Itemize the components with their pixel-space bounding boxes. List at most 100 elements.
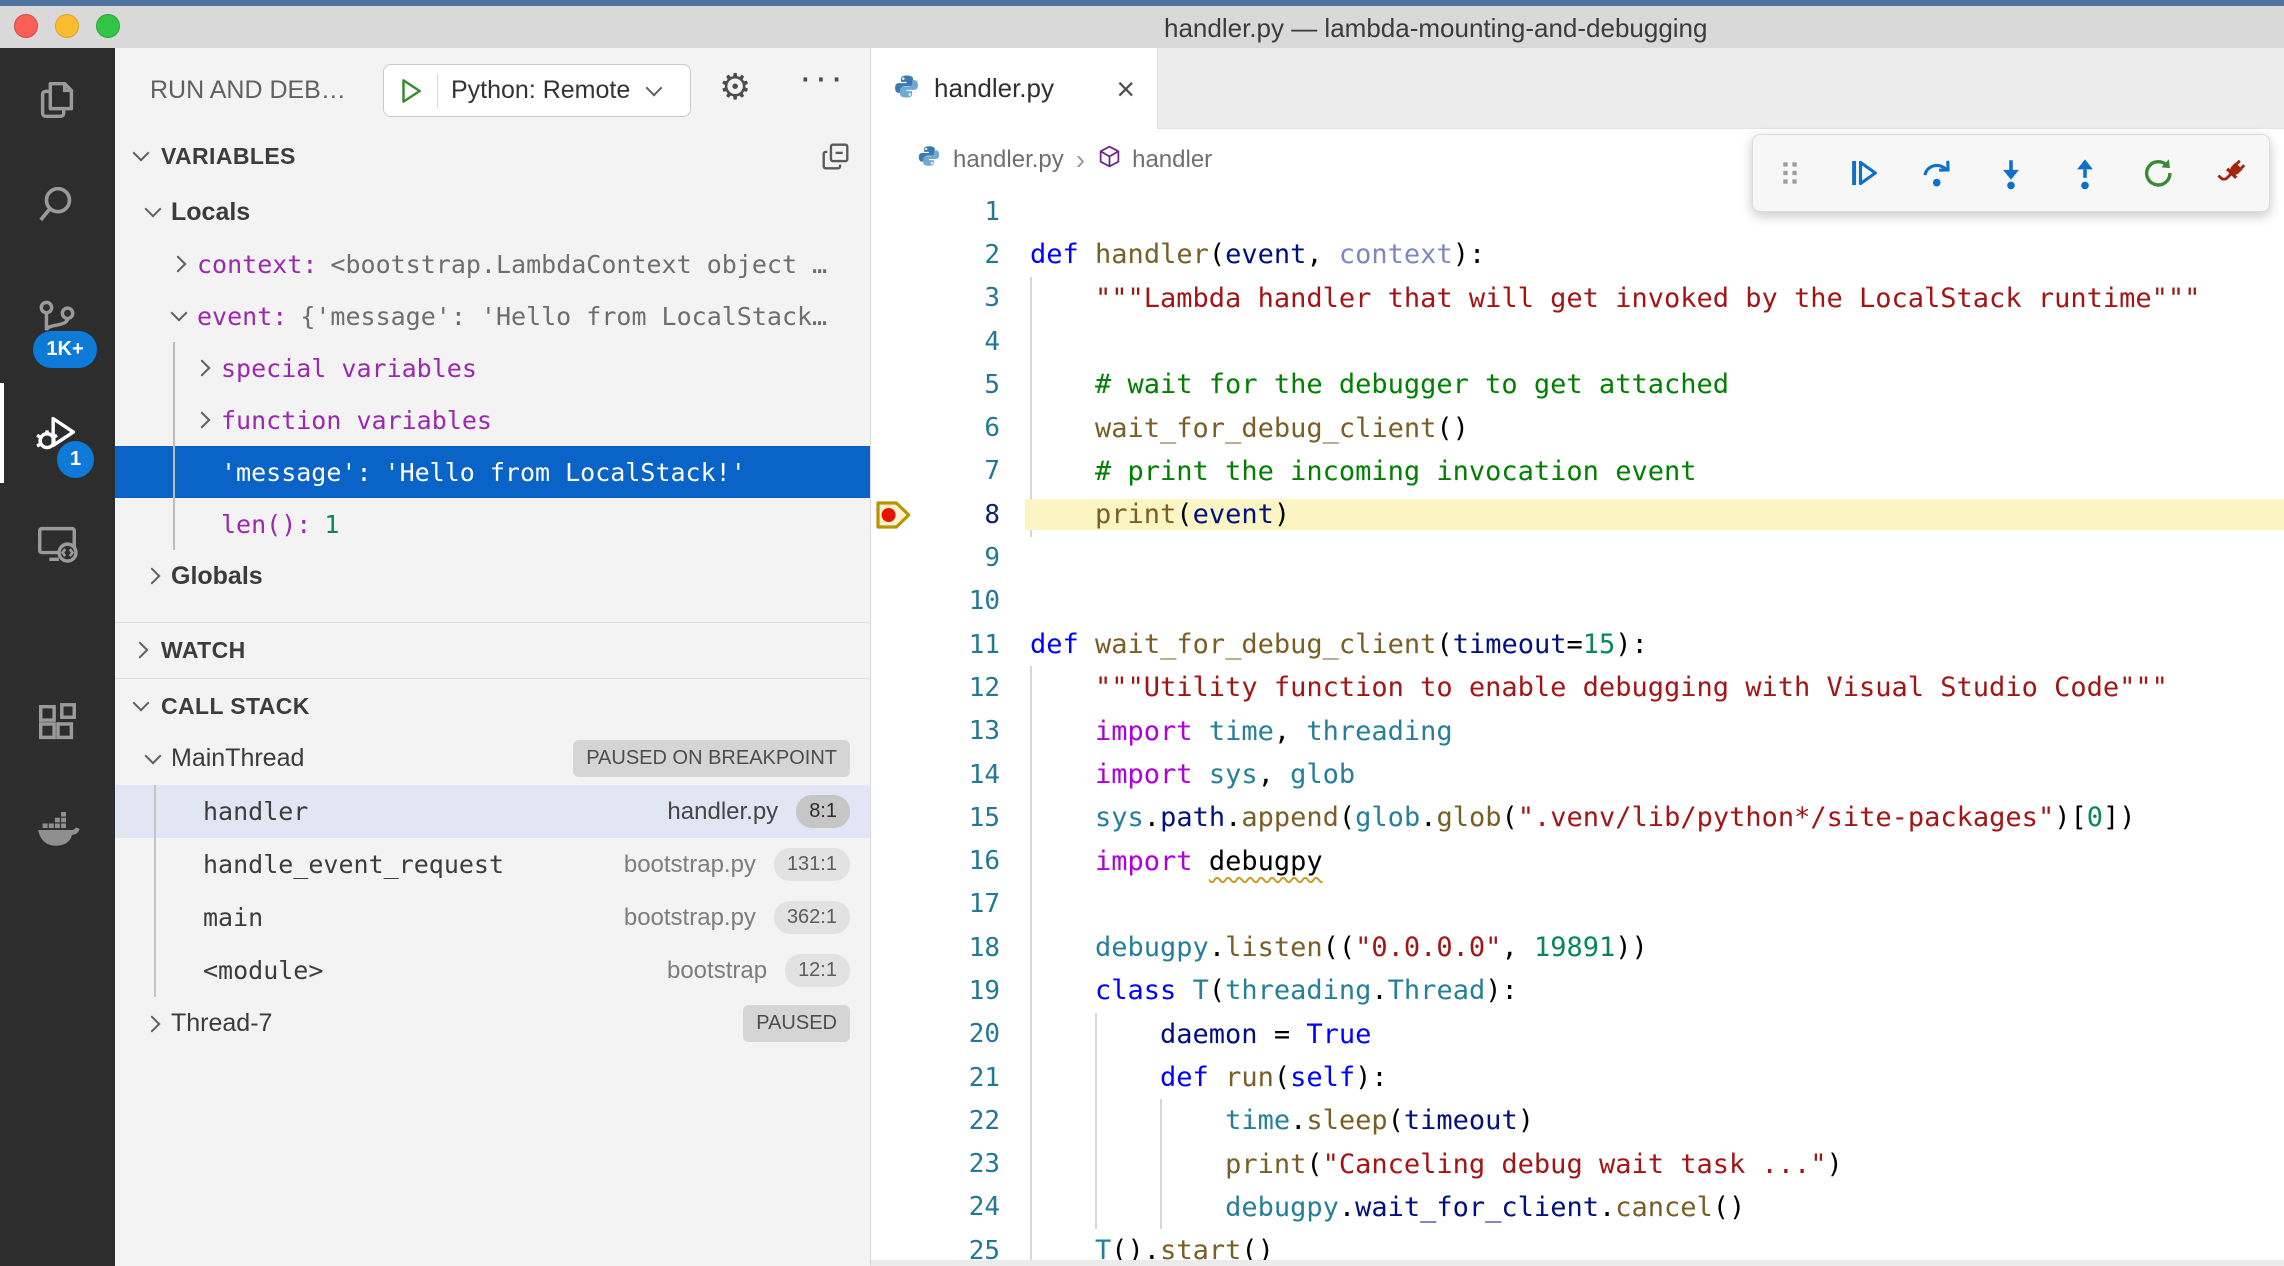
toolbar-drag-handle[interactable] (1761, 144, 1819, 202)
code-line-7[interactable]: 7# print the incoming invocation event (871, 450, 2284, 493)
code-content: import sys, glob (1025, 759, 2284, 790)
code-line-5[interactable]: 5# wait for the debugger to get attached (871, 363, 2284, 406)
call-stack-section-header[interactable]: CALL STACK (115, 680, 870, 732)
variable-row[interactable]: function variables (115, 394, 870, 446)
code-line-19[interactable]: 19class T(threading.Thread): (871, 969, 2284, 1012)
variable-row[interactable]: 'message': 'Hello from LocalStack!' (115, 446, 870, 498)
code-token: ( (1176, 499, 1192, 530)
search-icon[interactable] (22, 170, 92, 240)
explorer-icon[interactable] (22, 65, 92, 135)
step-into-button[interactable] (1982, 144, 2040, 202)
code-token: . (1225, 802, 1241, 833)
code-content: wait_for_debug_client() (1025, 413, 2284, 444)
activity-bar: 1K+ 1 (0, 48, 115, 1266)
variable-value: 'Hello from LocalStack!' (385, 458, 746, 487)
variables-section-header[interactable]: VARIABLES (115, 130, 870, 182)
more-actions-icon[interactable]: ··· (793, 56, 852, 101)
code-line-17[interactable]: 17 (871, 883, 2284, 926)
chevron-right-icon (191, 407, 217, 433)
frame-position-badge: 131:1 (774, 848, 850, 881)
code-line-18[interactable]: 18debugpy.listen(("0.0.0.0", 19891)) (871, 926, 2284, 969)
close-tab-icon[interactable]: × (1110, 72, 1141, 106)
launch-config-dropdown[interactable]: Python: Remote (383, 64, 691, 117)
line-number: 6 (871, 413, 1000, 443)
code-line-8[interactable]: 8print(event) (871, 493, 2284, 536)
variable-row[interactable]: event:{'message': 'Hello from LocalStack… (115, 290, 870, 342)
code-line-2[interactable]: 2def handler(event, context): (871, 233, 2284, 276)
line-number: 10 (871, 586, 1000, 616)
close-window-button[interactable] (14, 14, 38, 38)
variable-row[interactable]: special variables (115, 342, 870, 394)
code-line-3[interactable]: 3"""Lambda handler that will get invoked… (871, 277, 2284, 320)
code-line-21[interactable]: 21def run(self): (871, 1056, 2284, 1099)
line-number: 19 (871, 976, 1000, 1006)
code-line-10[interactable]: 10 (871, 580, 2284, 623)
breadcrumb-symbol[interactable]: handler (1132, 146, 1212, 174)
docker-icon[interactable] (22, 795, 92, 865)
watch-section-header[interactable]: WATCH (115, 624, 870, 676)
line-number: 20 (871, 1019, 1000, 1049)
code-line-15[interactable]: 15sys.path.append(glob.glob(".venv/lib/p… (871, 796, 2284, 839)
code-token: glob (1355, 802, 1420, 833)
code-line-23[interactable]: 23print("Canceling debug wait task ...") (871, 1143, 2284, 1186)
stack-frame--module-[interactable]: <module>bootstrap12:1 (115, 944, 870, 997)
code-token: 19891 (1534, 932, 1615, 963)
variable-row[interactable]: len():1 (115, 498, 870, 550)
minimize-window-button[interactable] (55, 14, 79, 38)
variables-scope-globals[interactable]: Globals (115, 550, 870, 602)
code-token: class (1095, 975, 1176, 1006)
code-line-14[interactable]: 14import sys, glob (871, 753, 2284, 796)
code-token: ( (1274, 1062, 1290, 1093)
code-content: sys.path.append(glob.glob(".venv/lib/pyt… (1025, 802, 2284, 833)
variable-row[interactable]: context:<bootstrap.LambdaContext object … (115, 238, 870, 290)
code-content: print(event) (1025, 499, 2284, 530)
code-token: ): (1485, 975, 1518, 1006)
code-token: () (1436, 413, 1469, 444)
stack-frame-handle-event-request[interactable]: handle_event_requestbootstrap.py131:1 (115, 838, 870, 891)
disconnect-button[interactable] (2203, 144, 2261, 202)
remote-explorer-icon[interactable] (22, 508, 92, 578)
code-token: = (1258, 1019, 1307, 1050)
line-number: 1 (871, 197, 1000, 227)
code-line-22[interactable]: 22time.sleep(timeout) (871, 1099, 2284, 1142)
variables-scope-locals[interactable]: Locals (115, 186, 870, 238)
code-token: import (1095, 759, 1193, 790)
breakpoint-current-line-icon[interactable] (875, 498, 915, 532)
extensions-icon[interactable] (22, 688, 92, 758)
step-out-button[interactable] (2056, 144, 2114, 202)
line-number: 23 (871, 1149, 1000, 1179)
code-token: daemon (1160, 1019, 1258, 1050)
thread-row-mainthread[interactable]: MainThreadPAUSED ON BREAKPOINT (115, 732, 870, 785)
disconnect-icon (2215, 156, 2249, 190)
code-line-9[interactable]: 9 (871, 536, 2284, 579)
code-area[interactable]: 1 2def handler(event, context):3"""Lambda… (871, 190, 2284, 1266)
code-token: threading (1306, 716, 1452, 747)
stack-frame-main[interactable]: mainbootstrap.py362:1 (115, 891, 870, 944)
code-line-12[interactable]: 12"""Utility function to enable debuggin… (871, 666, 2284, 709)
code-token: """Lambda handler that will get invoked … (1095, 283, 2200, 314)
code-token: time (1225, 1105, 1290, 1136)
code-line-13[interactable]: 13import time, threading (871, 710, 2284, 753)
zoom-window-button[interactable] (96, 14, 120, 38)
thread-row-thread-7[interactable]: Thread-7PAUSED (115, 997, 870, 1050)
code-line-16[interactable]: 16import debugpy (871, 839, 2284, 882)
variable-name: 'message': (221, 458, 372, 487)
continue-button[interactable] (1835, 144, 1893, 202)
code-token: ) (1827, 1149, 1843, 1180)
code-token: print (1095, 499, 1176, 530)
frame-position-badge: 12:1 (785, 954, 850, 987)
code-line-24[interactable]: 24debugpy.wait_for_client.cancel() (871, 1186, 2284, 1229)
tab-handler-py[interactable]: handler.py × (871, 48, 1158, 129)
gear-icon[interactable]: ⚙ (713, 66, 757, 109)
restart-button[interactable] (2129, 144, 2187, 202)
code-line-4[interactable]: 4 (871, 320, 2284, 363)
chevron-down-icon (141, 199, 167, 225)
step-over-button[interactable] (1908, 144, 1966, 202)
code-content: daemon = True (1025, 1019, 2284, 1050)
collapse-all-icon[interactable] (821, 142, 850, 176)
code-line-20[interactable]: 20 daemon = True (871, 1013, 2284, 1056)
code-line-6[interactable]: 6 wait_for_debug_client() (871, 406, 2284, 449)
breadcrumb-file[interactable]: handler.py (953, 146, 1064, 174)
code-line-11[interactable]: 11def wait_for_debug_client(timeout=15): (871, 623, 2284, 666)
stack-frame-handler[interactable]: handlerhandler.py8:1 (115, 785, 870, 838)
